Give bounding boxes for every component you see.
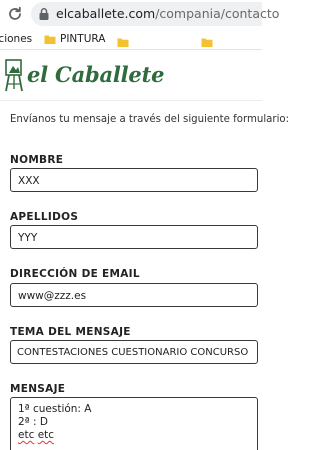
apellidos-field[interactable]: YYY (10, 225, 258, 249)
mensaje-label: MENSAJE (10, 383, 66, 395)
url-path: /compania/contacto (155, 6, 280, 21)
bookmark-label: aciones (0, 33, 33, 45)
bookmark-item-pintura[interactable]: PINTURA (44, 31, 105, 47)
nombre-label: NOMBRE (10, 154, 64, 166)
bookmark-item-aciones[interactable]: aciones (0, 31, 32, 47)
misspelled-word: etc (37, 429, 55, 441)
folder-icon (44, 35, 56, 44)
misspelled-word: etc (18, 429, 35, 441)
apellidos-label: APELLIDOS (10, 211, 79, 223)
nombre-field[interactable]: XXX (10, 168, 258, 192)
email-field[interactable]: www@zzz.es (10, 283, 258, 307)
folder-icon (117, 38, 129, 47)
url-text[interactable]: elcaballete.com/compania/contacto (56, 6, 279, 22)
bookmark-item-folder[interactable] (117, 33, 129, 52)
address-field[interactable]: elcaballete.com/compania/contacto (31, 2, 279, 26)
browser-url-bar: elcaballete.com/compania/contacto (0, 0, 279, 28)
easel-logo-icon[interactable] (4, 57, 24, 93)
bookmark-item-folder[interactable] (201, 33, 213, 52)
mensaje-line: etc etc (18, 429, 250, 442)
email-label: DIRECCIÓN DE EMAIL (10, 268, 140, 280)
site-logo-text[interactable]: el Caballete (27, 62, 164, 87)
form-intro: Envíanos tu mensaje a través del siguien… (10, 114, 290, 125)
reload-icon[interactable] (6, 5, 24, 23)
tema-field[interactable]: CONTESTACIONES CUESTIONARIO CONCURSO (10, 340, 258, 364)
bookmark-label: PINTURA (60, 33, 106, 45)
site-header: el Caballete (0, 51, 262, 101)
mensaje-line: 2ª : D (18, 416, 48, 428)
tema-label: TEMA DEL MENSAJE (10, 326, 131, 338)
mensaje-line: 1ª cuestión: A (18, 403, 92, 415)
lock-icon[interactable] (37, 7, 51, 21)
url-domain: elcaballete.com (56, 6, 156, 21)
folder-icon (201, 38, 213, 47)
bookmarks-bar: aciones PINTURA (0, 28, 262, 50)
mensaje-textarea[interactable]: 1ª cuestión: A 2ª : D etc etc (10, 397, 258, 450)
